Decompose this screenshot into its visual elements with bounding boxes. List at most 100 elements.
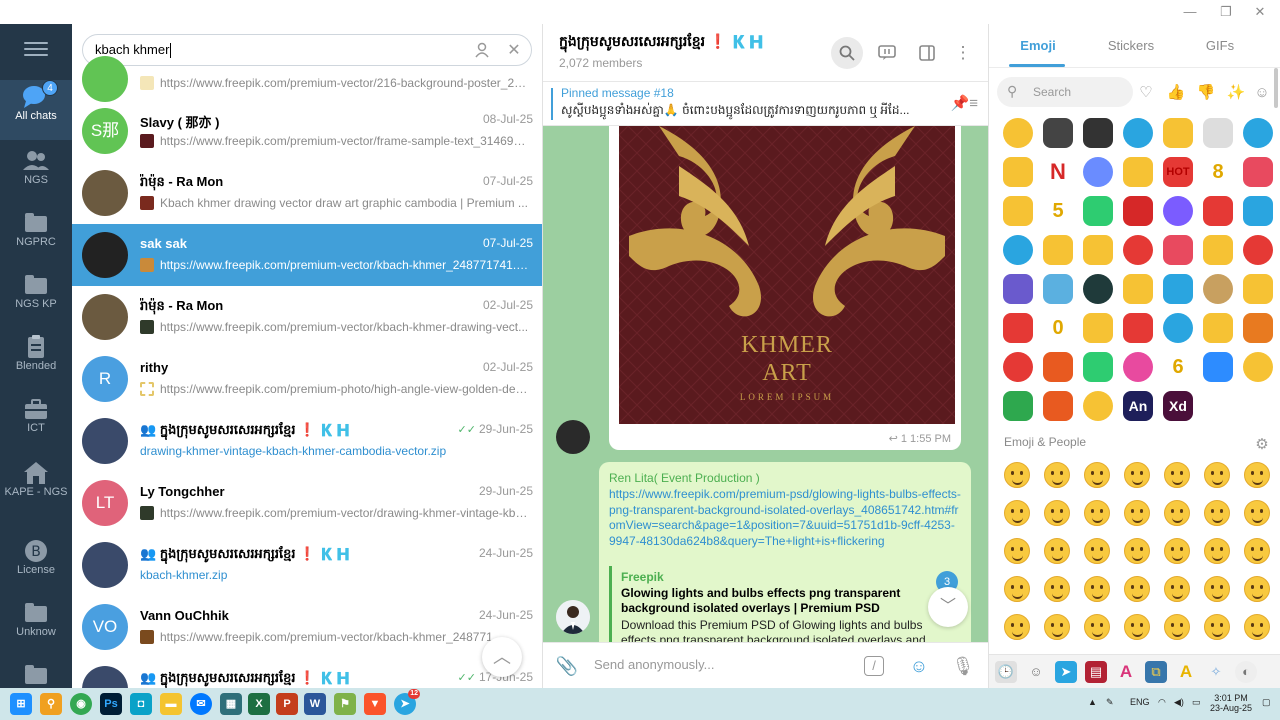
attach-icon[interactable]: 📎 — [555, 654, 579, 678]
sidebar-toggle-icon[interactable] — [911, 37, 943, 69]
custom-emoji[interactable] — [1243, 196, 1273, 226]
custom-emoji[interactable] — [1203, 118, 1233, 148]
emoji[interactable] — [1084, 462, 1110, 488]
chat-row[interactable]: 👥 ក្នុងក្រុមសូមសរសេរអក្សរខ្មែរ ❗ 🇰🇭 24-J… — [72, 534, 542, 596]
custom-emoji[interactable] — [1203, 274, 1233, 304]
custom-emoji[interactable] — [1083, 157, 1113, 187]
custom-emoji[interactable] — [1003, 313, 1033, 343]
minimize-button[interactable]: — — [1175, 3, 1205, 21]
chat-row[interactable]: រ៉ាម៉ុន - Ra Mon 02-Jul-25 https://www.f… — [72, 286, 542, 348]
custom-emoji[interactable] — [1083, 391, 1113, 421]
custom-emoji[interactable] — [1203, 235, 1233, 265]
settings-sliders-icon[interactable]: ⚙ — [1251, 434, 1273, 456]
emoji[interactable] — [1004, 462, 1030, 488]
excel-icon[interactable]: X — [248, 693, 270, 715]
chat-row[interactable]: 👥 ក្នុងក្រុមសូមសរសេរអក្សរខ្មែរ ❗ 🇰🇭 ✓✓ 17… — [72, 658, 542, 688]
custom-emoji[interactable] — [1203, 352, 1233, 382]
emoji[interactable] — [1004, 538, 1030, 564]
emoji[interactable] — [1124, 500, 1150, 526]
custom-emoji[interactable] — [1163, 313, 1193, 343]
sender-avatar[interactable] — [556, 600, 590, 634]
scroll-down-button[interactable]: ﹀ — [928, 587, 968, 627]
wifi-icon[interactable]: ◠ — [1158, 697, 1166, 708]
emoji[interactable] — [1004, 500, 1030, 526]
emoji[interactable] — [1204, 538, 1230, 564]
emoji[interactable] — [1044, 500, 1070, 526]
chat-row[interactable]: រ៉ាម៉ុន - Ra Mon 07-Jul-25 Kbach khmer d… — [72, 162, 542, 224]
folder-more[interactable] — [0, 658, 72, 688]
python-icon[interactable]: ⧉ — [1145, 661, 1167, 683]
messenger-icon[interactable]: ✉ — [190, 693, 212, 715]
emoji[interactable] — [1084, 576, 1110, 602]
folder-ngs[interactable]: NGS — [0, 144, 72, 204]
camera-app-icon[interactable]: ◘ — [130, 693, 152, 715]
custom-emoji[interactable] — [1163, 235, 1193, 265]
custom-emoji[interactable]: 5 — [1043, 196, 1073, 226]
thumbs-up-icon[interactable]: 👍 — [1165, 82, 1187, 104]
tab-stickers[interactable]: Stickers — [1086, 38, 1176, 53]
folder-ngprc[interactable]: NGPRC — [0, 206, 72, 266]
custom-emoji[interactable]: An — [1123, 391, 1153, 421]
recent-clock-icon[interactable]: 🕒 — [995, 661, 1017, 683]
heart-icon[interactable]: ♡ — [1135, 82, 1157, 104]
emoji-search[interactable]: ⚲ Search — [997, 77, 1133, 107]
scrollbar[interactable] — [1274, 68, 1278, 108]
custom-emoji[interactable] — [1083, 235, 1113, 265]
emoji[interactable] — [1204, 462, 1230, 488]
word-icon[interactable]: W — [304, 693, 326, 715]
emoji[interactable] — [1044, 614, 1070, 640]
restore-button[interactable]: ❐ — [1211, 3, 1241, 21]
custom-emoji[interactable] — [1003, 274, 1033, 304]
emoji[interactable] — [1124, 614, 1150, 640]
custom-emoji[interactable]: 6 — [1163, 352, 1193, 382]
chat-row-selected[interactable]: sak sak 07-Jul-25 https://www.freepik.co… — [72, 224, 542, 286]
chat-row[interactable]: S那 Slavy ( 那亦 ) 08-Jul-25 https://www.fr… — [72, 100, 542, 162]
custom-emoji[interactable] — [1123, 157, 1153, 187]
custom-emoji[interactable] — [1203, 196, 1233, 226]
thumbs-down-icon[interactable]: 👎 — [1195, 82, 1217, 104]
start-icon[interactable]: ⊞ — [10, 693, 32, 715]
emoji[interactable] — [1204, 500, 1230, 526]
custom-emoji[interactable] — [1123, 196, 1153, 226]
folder-blended[interactable]: Blended — [0, 330, 72, 390]
custom-emoji[interactable] — [1003, 391, 1033, 421]
search-icon[interactable] — [831, 37, 863, 69]
smile-category-icon[interactable]: ☺ — [1251, 82, 1273, 104]
custom-emoji[interactable] — [1043, 118, 1073, 148]
emoji[interactable] — [1044, 538, 1070, 564]
emoji[interactable] — [1164, 576, 1190, 602]
custom-emoji[interactable] — [1003, 352, 1033, 382]
globe-icon[interactable]: ◐ — [1235, 661, 1257, 683]
chat-header[interactable]: ក្នុងក្រុមសូមសរសេរអក្សរខ្មែរ ❗ 🇰🇭 2,072 … — [543, 24, 988, 82]
custom-emoji[interactable] — [1123, 235, 1153, 265]
custom-emoji[interactable] — [1003, 118, 1033, 148]
sender-name[interactable]: Ren Lita( Event Production ) — [609, 471, 760, 485]
custom-emoji[interactable] — [1243, 274, 1273, 304]
sparkle-icon[interactable]: ✧ — [1205, 661, 1227, 683]
powerpoint-icon[interactable]: P — [276, 693, 298, 715]
folder-license[interactable]: B License — [0, 534, 72, 594]
microphone-icon[interactable]: 🎙 — [951, 654, 975, 678]
emoji[interactable] — [1124, 462, 1150, 488]
custom-emoji[interactable] — [1003, 157, 1033, 187]
emoji[interactable] — [1124, 538, 1150, 564]
custom-emoji[interactable] — [1243, 118, 1273, 148]
chrome-icon[interactable]: ◉ — [70, 693, 92, 715]
folder-ngs-kp[interactable]: NGS KP — [0, 268, 72, 328]
custom-emoji[interactable] — [1163, 118, 1193, 148]
pinned-message-bar[interactable]: Pinned message #18 សូស្តីបងប្អូនទាំងអស់គ… — [543, 82, 988, 126]
tray-app-icon[interactable]: ✎ — [1106, 697, 1114, 708]
more-vert-icon[interactable]: ⋮ — [947, 37, 979, 69]
system-clock[interactable]: 3:01 PM 23-Aug-25 — [1208, 693, 1254, 713]
emoji[interactable] — [1164, 500, 1190, 526]
smile-icon[interactable]: ☺ — [1025, 661, 1047, 683]
emoji[interactable] — [1244, 500, 1270, 526]
emoji[interactable] — [1204, 614, 1230, 640]
brave-icon[interactable]: ▼ — [364, 693, 386, 715]
custom-emoji[interactable] — [1123, 352, 1153, 382]
custom-emoji[interactable] — [1243, 235, 1273, 265]
custom-emoji[interactable] — [1083, 118, 1113, 148]
tab-gifs[interactable]: GIFs — [1175, 38, 1265, 53]
emoji[interactable] — [1044, 462, 1070, 488]
custom-emoji[interactable] — [1083, 352, 1113, 382]
